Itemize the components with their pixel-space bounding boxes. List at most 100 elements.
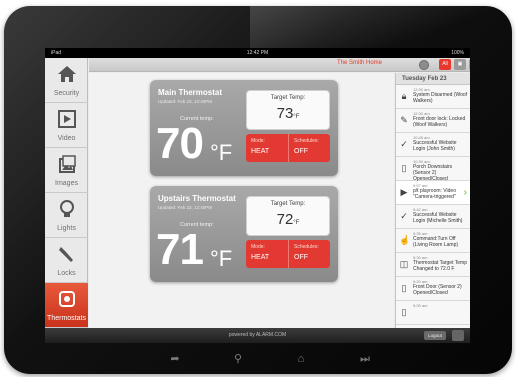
list-item[interactable]: ✓ 9:42 am Successful Website Login (Mich…	[396, 205, 470, 229]
mode-label: Mode:	[251, 138, 265, 144]
schedules-value: OFF	[294, 148, 308, 155]
footer-bar: powered by ALARM.COM Logout	[45, 328, 470, 343]
event-text: Porch Downstairs (Sensor 2) Opened/Close…	[413, 164, 453, 182]
thermostat-icon: ◫	[399, 259, 409, 269]
target-temp-label: Target Temp:	[270, 95, 306, 101]
current-temp-value: 71	[156, 225, 204, 274]
sidebar-item-label: Locks	[57, 270, 76, 277]
house-icon	[58, 66, 76, 82]
list-item[interactable]: ✓ 10:45 am Successful Website Login (Joh…	[396, 133, 470, 157]
target-temp-label: Target Temp:	[270, 201, 306, 207]
thermostat-card-upstairs[interactable]: Upstairs Thermostat Updated: Feb 23, 12:…	[150, 186, 338, 282]
list-item[interactable]: ▯ 10:30 am Porch Downstairs (Sensor 2) O…	[396, 157, 470, 182]
current-temp-unit: °F	[210, 246, 233, 271]
sidebar-item-thermostats[interactable]: Thermostats	[45, 283, 88, 328]
list-item[interactable]: ▯ 9:05 am	[396, 301, 470, 325]
sidebar-item-label: Security	[53, 90, 80, 97]
play-icon	[58, 110, 76, 128]
event-text: Thermostat Target Temp Changed to 72.0 F	[413, 260, 468, 272]
filter-all-button[interactable]: All	[439, 59, 451, 70]
current-temp-value: 70	[156, 119, 204, 168]
hand-icon: ☝	[399, 235, 411, 245]
home-name: The Smith Home	[337, 60, 383, 66]
battery-level: 100%	[451, 50, 464, 56]
door-sensor-icon: ▯	[401, 163, 407, 173]
mode-label: Mode:	[251, 244, 265, 250]
mode-button[interactable]: Mode: HEAT	[246, 240, 288, 268]
schedules-label: Schedules:	[294, 244, 319, 250]
event-text: p/t playroom: Video "Camera-triggered"	[413, 188, 456, 200]
list-item[interactable]: ☝ 9:35 am Command:Turn Off (Living Room …	[396, 229, 470, 253]
app-screen: iPad 12:42 PM 100% Security Video Images…	[45, 48, 470, 343]
checkmark-icon: ✓	[400, 139, 408, 149]
event-text: Front Door (Sensor 2) Opened/Closed	[413, 284, 462, 296]
sidebar-item-images[interactable]: Images	[45, 148, 88, 193]
sidebar-item-lights[interactable]: Lights	[45, 193, 88, 238]
sidebar-item-label: Thermostats	[47, 315, 86, 322]
filter-image-icon[interactable]: ▤	[469, 59, 470, 70]
status-bar: iPad 12:42 PM 100%	[45, 48, 470, 58]
schedules-value: OFF	[294, 254, 308, 261]
sidebar: Security Video Images Lights Locks Therm…	[45, 58, 88, 328]
target-temp-value: 72°F	[276, 211, 300, 228]
thermostat-title: Upstairs Thermostat	[158, 194, 236, 203]
sidebar-item-security[interactable]: Security	[45, 58, 88, 103]
sidebar-item-locks[interactable]: Locks	[45, 238, 88, 283]
door-sensor-icon: ▯	[401, 283, 407, 293]
list-item[interactable]: ▶ 9:57 am p/t playroom: Video "Camera-tr…	[396, 181, 470, 205]
target-temp-box[interactable]: Target Temp: 72°F	[246, 196, 330, 236]
list-item[interactable]: ▯ 9:20 am Front Door (Sensor 2) Opened/C…	[396, 277, 470, 301]
wrench-icon: ✎	[400, 115, 408, 125]
event-text: Successful Website Login (Michelle Smith…	[413, 212, 463, 224]
images-icon	[59, 155, 76, 173]
filter-camera-icon[interactable]: ▣	[454, 59, 466, 70]
updated-time: Updated: Feb 23, 12:40PM	[158, 99, 213, 104]
event-text: System Disarmed (Woof Walkers)	[413, 92, 468, 104]
thermostat-title: Main Thermostat	[158, 88, 223, 97]
share-icon[interactable]: ➦	[168, 352, 182, 366]
lightbulb-icon	[60, 200, 74, 217]
checkmark-icon: ✓	[400, 211, 408, 221]
list-item[interactable]: 🔒︎ 12:30 am System Disarmed (Woof Walker…	[396, 85, 470, 109]
list-item[interactable]: ✎ 12:30 am Front door lock: Locked (Woof…	[396, 109, 470, 133]
settings-wrench-icon[interactable]	[452, 330, 464, 341]
top-bar: The Smith Home All ▣ ▤ ▼	[89, 58, 470, 72]
schedules-label: Schedules:	[294, 138, 319, 144]
sidebar-item-label: Images	[55, 180, 78, 187]
thermostat-card-main[interactable]: Main Thermostat Updated: Feb 23, 12:40PM…	[150, 80, 338, 176]
powered-by: powered by ALARM.COM	[228, 332, 287, 338]
sidebar-item-label: Lights	[57, 225, 76, 232]
event-date-header: Tuesday Feb 23	[396, 73, 470, 85]
event-history-list: Tuesday Feb 23 🔒︎ 12:30 am System Disarm…	[395, 73, 470, 328]
mode-button[interactable]: Mode: HEAT	[246, 134, 288, 162]
logout-button[interactable]: Logout	[424, 331, 446, 340]
list-item[interactable]: ◫ 9:30 am Thermostat Target Temp Changed…	[396, 253, 470, 277]
search-icon[interactable]: ⚲	[231, 352, 245, 366]
target-temp-box[interactable]: Target Temp: 73°F	[246, 90, 330, 130]
thermostat-panel: Main Thermostat Updated: Feb 23, 12:40PM…	[89, 73, 394, 328]
thermostat-icon	[59, 291, 75, 307]
gear-icon[interactable]	[419, 60, 429, 70]
home-icon[interactable]: ⌂	[294, 352, 308, 366]
mode-value: HEAT	[251, 254, 270, 261]
chevron-right-icon[interactable]: ›	[464, 187, 467, 198]
event-text: Successful Website Login (John Smith)	[413, 140, 457, 152]
mode-value: HEAT	[251, 148, 270, 155]
target-temp-value: 73°F	[276, 105, 300, 122]
current-temp-unit: °F	[210, 140, 233, 165]
schedules-button[interactable]: Schedules: OFF	[288, 240, 330, 268]
clock: 12:42 PM	[246, 50, 269, 56]
mode-schedule-box: Mode: HEAT Schedules: OFF	[246, 240, 330, 268]
video-icon: ▶	[400, 187, 408, 197]
schedules-button[interactable]: Schedules: OFF	[288, 134, 330, 162]
event-text: Command:Turn Off (Living Room Lamp)	[413, 236, 459, 248]
mode-schedule-box: Mode: HEAT Schedules: OFF	[246, 134, 330, 162]
door-sensor-icon: ▯	[401, 307, 407, 317]
forward-icon[interactable]: ⏭	[358, 352, 372, 366]
lock-icon: 🔒︎	[401, 91, 407, 101]
sidebar-item-label: Video	[57, 135, 76, 142]
wrench-icon	[59, 247, 73, 262]
event-text: Front door lock: Locked (Woof Walkers)	[413, 116, 466, 128]
sidebar-item-video[interactable]: Video	[45, 103, 88, 148]
event-time: 9:05 am	[413, 303, 428, 308]
